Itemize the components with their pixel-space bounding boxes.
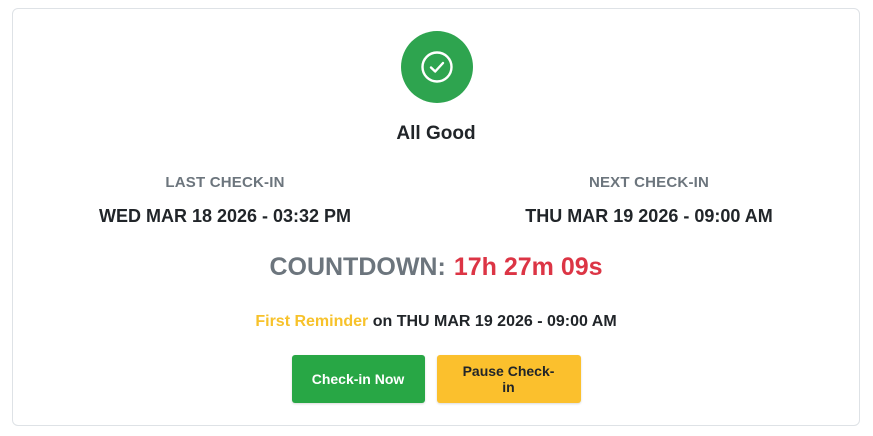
status-indicator bbox=[401, 31, 473, 103]
check-circle-icon bbox=[421, 51, 453, 83]
reminder-line: First Reminder on THU MAR 19 2026 - 09:0… bbox=[13, 312, 859, 332]
last-checkin-label: LAST CHECK-IN bbox=[165, 174, 285, 191]
reminder-name: First Reminder bbox=[255, 313, 369, 330]
action-buttons: Check-in Now Pause Check-in bbox=[13, 355, 859, 403]
countdown: COUNTDOWN: 17h 27m 09s bbox=[13, 252, 859, 282]
last-checkin-section: LAST CHECK-IN WED MAR 18 2026 - 03:32 PM bbox=[13, 174, 437, 227]
reminder-connector: on bbox=[372, 313, 393, 330]
next-checkin-value: THU MAR 19 2026 - 09:00 AM bbox=[525, 206, 773, 226]
pause-checkin-button[interactable]: Pause Check-in bbox=[436, 355, 581, 403]
reminder-datetime: THU MAR 19 2026 - 09:00 AM bbox=[396, 313, 617, 330]
status-title: All Good bbox=[396, 123, 476, 144]
checkin-status-card: All Good LAST CHECK-IN WED MAR 18 2026 -… bbox=[12, 8, 860, 426]
countdown-label: COUNTDOWN: bbox=[269, 253, 446, 281]
checkin-now-button[interactable]: Check-in Now bbox=[291, 355, 425, 403]
last-checkin-value: WED MAR 18 2026 - 03:32 PM bbox=[98, 206, 352, 226]
countdown-value: 17h 27m 09s bbox=[453, 253, 603, 281]
next-checkin-label: NEXT CHECK-IN bbox=[588, 174, 710, 191]
next-checkin-section: NEXT CHECK-IN THU MAR 19 2026 - 09:00 AM bbox=[437, 174, 861, 227]
